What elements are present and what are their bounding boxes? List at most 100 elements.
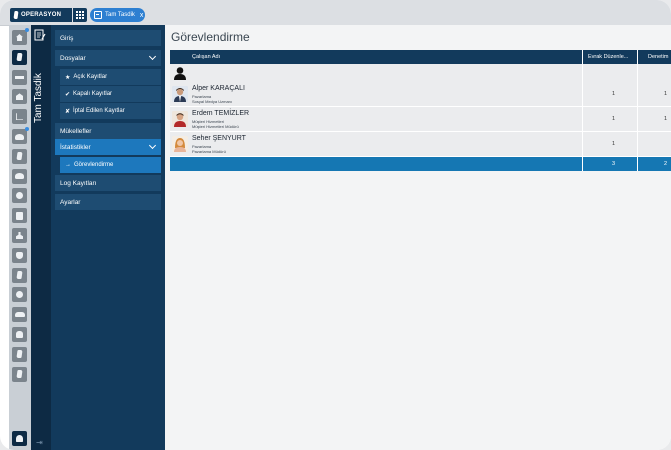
apps-grid-button[interactable] xyxy=(73,8,87,22)
notification-dot xyxy=(25,28,29,32)
rail-item-document[interactable] xyxy=(12,148,27,164)
user-placeholder-icon xyxy=(174,67,186,80)
line-chart-icon xyxy=(16,113,23,121)
document-icon xyxy=(16,370,23,379)
table-header: Çalışan Adı Evrak Düzenle... Denetim xyxy=(170,50,671,64)
document-icon xyxy=(16,350,23,359)
table-row[interactable]: Erdem TEMİZLER Müşteri Hizmetleri Müşter… xyxy=(170,107,671,132)
employee-name: Erdem TEMİZLER xyxy=(192,110,250,117)
rail-item-people[interactable] xyxy=(12,127,29,144)
menu-prefix-icon: ✘ xyxy=(65,108,71,115)
collapse-sidebar-icon[interactable]: ⇥ xyxy=(36,438,43,447)
sidebar-item-label: Ayarlar xyxy=(60,198,81,206)
module-title: Tam Tasdik xyxy=(33,73,44,123)
person-icon xyxy=(16,232,23,239)
sidebar-item-label: Mükellefler xyxy=(60,127,92,135)
total-denetim: 2 xyxy=(663,161,667,167)
rail-item-person[interactable] xyxy=(12,228,27,243)
ship-icon xyxy=(15,173,24,180)
chevron-down-icon[interactable] xyxy=(148,141,157,150)
submenu-item-7[interactable]: → Görevlendirme xyxy=(60,157,161,173)
close-icon[interactable]: x xyxy=(140,12,144,19)
sidebar-item-6[interactable]: İstatistikler xyxy=(55,139,161,155)
rail-item-globe[interactable] xyxy=(12,287,27,303)
submenu-item-3[interactable]: ✔ Kapalı Kayıtlar xyxy=(60,86,161,102)
globe-icon xyxy=(16,192,23,200)
bank-icon xyxy=(16,93,23,101)
employee-name: Alper KARAÇALI xyxy=(192,85,245,92)
operasyon-button[interactable]: OPERASYON xyxy=(10,8,72,22)
rail-item-bag[interactable] xyxy=(12,247,27,263)
user-settings-icon xyxy=(16,435,23,442)
app-icon-rail xyxy=(9,25,31,450)
tab-tam-tasdik[interactable]: Tam Tasdik x xyxy=(90,8,145,22)
notification-dot xyxy=(25,127,29,131)
column-header-denetim[interactable]: Denetim xyxy=(637,50,671,64)
page-title: Görevlendirme xyxy=(171,30,250,44)
sidebar-item-label: İptal Edilen Kayıtlar xyxy=(73,108,125,114)
rail-item-ship[interactable] xyxy=(12,168,27,184)
rail-item-globe[interactable] xyxy=(12,188,27,204)
avatar xyxy=(172,136,188,152)
menu-prefix-icon: ★ xyxy=(65,74,71,81)
rail-item-hand[interactable] xyxy=(12,327,27,342)
table-row[interactable]: Alper KARAÇALI Pazarlama Sosyal Medya Uz… xyxy=(170,82,671,107)
top-bar: OPERASYON Tam Tasdik x xyxy=(0,0,671,26)
rail-item-line-chart[interactable] xyxy=(12,109,27,125)
column-header-employee[interactable]: Çalışan Adı xyxy=(192,50,582,64)
submenu-item-4[interactable]: ✘ İptal Edilen Kayıtlar xyxy=(60,103,161,119)
column-header-evrak[interactable]: Evrak Düzenle... xyxy=(582,50,637,64)
denetim-count: 1 xyxy=(663,91,667,97)
sidebar-item-label: İstatistikler xyxy=(60,143,91,151)
tab-label: Tam Tasdik xyxy=(105,12,135,18)
rail-item-car[interactable] xyxy=(12,307,27,323)
rail-item-bank[interactable] xyxy=(12,89,27,105)
evrak-count: 1 xyxy=(611,91,615,97)
rail-item-document[interactable] xyxy=(12,49,27,65)
app-window: OPERASYON Tam Tasdik x Tam Tasdik ⇥ Giri… xyxy=(0,0,671,450)
rail-item-user-settings[interactable] xyxy=(12,431,27,446)
employee-name: Seher ŞENYURT xyxy=(192,135,246,142)
sidebar-item-5[interactable]: Mükellefler xyxy=(55,123,161,139)
rail-item-menu-bar[interactable] xyxy=(12,69,27,85)
document-icon xyxy=(16,152,23,161)
sidebar-item-label: Kapalı Kayıtlar xyxy=(73,91,113,97)
operasyon-label: OPERASYON xyxy=(21,12,62,18)
document-edit-icon xyxy=(34,29,46,41)
rail-item-document[interactable] xyxy=(12,366,27,382)
module-strip: Tam Tasdik ⇥ xyxy=(31,25,51,450)
logo-icon xyxy=(13,11,19,19)
menu-bar-icon xyxy=(15,75,24,79)
submenu-item-2[interactable]: ★ Açık Kayıtlar xyxy=(60,69,161,85)
home-icon xyxy=(16,34,23,41)
sidebar-item-9[interactable]: Ayarlar xyxy=(55,194,161,210)
document-icon xyxy=(16,53,23,62)
sidebar-item-label: Görevlendirme xyxy=(74,162,114,168)
document-edit-icon xyxy=(94,11,102,19)
car-icon xyxy=(14,312,25,318)
rail-item-document[interactable] xyxy=(12,346,27,362)
sidebar-item-8[interactable]: Log Kayıtları xyxy=(55,175,161,191)
evrak-count: 1 xyxy=(611,116,615,122)
avatar xyxy=(172,86,188,102)
main-content: Görevlendirme Çalışan Adı Evrak Düzenle.… xyxy=(165,25,671,450)
table-row[interactable]: Seher ŞENYURT Pazarlama Pazarlama Müdürü… xyxy=(170,132,671,157)
menu-prefix-icon: → xyxy=(65,162,71,168)
avatar xyxy=(172,111,188,127)
hand-icon xyxy=(16,331,23,338)
sidebar-item-label: Giriş xyxy=(60,34,74,42)
rail-item-home[interactable] xyxy=(12,28,29,45)
employee-role: Pazarlama Müdürü xyxy=(192,149,226,154)
menu-prefix-icon: ✔ xyxy=(65,91,71,98)
evrak-count: 1 xyxy=(611,141,615,147)
table-row[interactable] xyxy=(170,64,671,83)
sidebar-item-0[interactable]: Giriş xyxy=(55,30,161,46)
sidebar-menu: Giriş Dosyalar ★ Açık Kayıtlar ✔ Kapalı Kayıt… xyxy=(51,25,165,450)
rail-item-document[interactable] xyxy=(12,267,27,283)
sidebar-item-1[interactable]: Dosyalar xyxy=(55,50,161,66)
rail-item-book[interactable] xyxy=(12,208,27,224)
chevron-down-icon[interactable] xyxy=(148,52,157,61)
book-icon xyxy=(16,211,23,220)
people-icon xyxy=(15,133,24,140)
document-icon xyxy=(16,271,23,280)
